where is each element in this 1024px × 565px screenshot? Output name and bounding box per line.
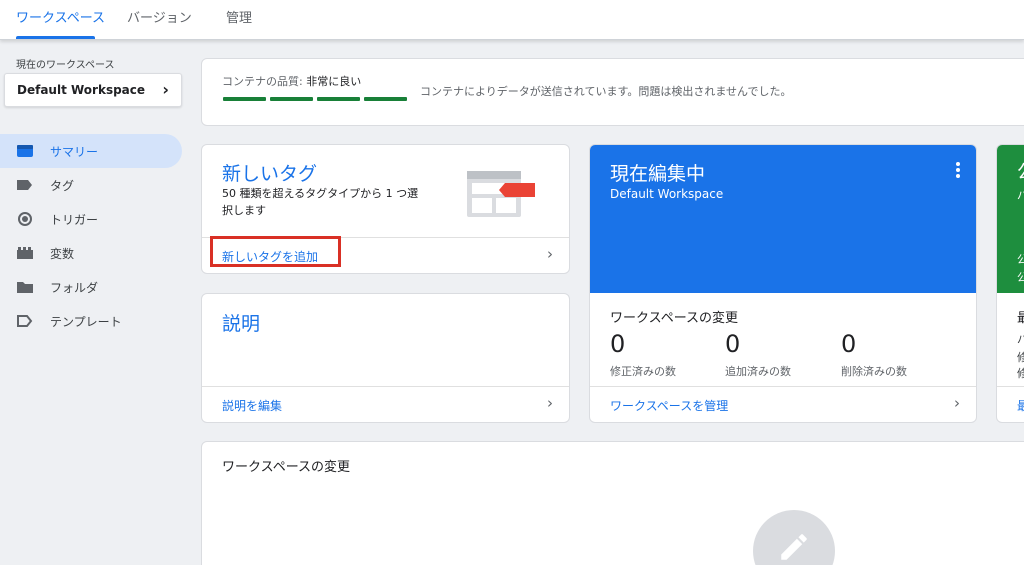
sidebar-item-variables[interactable]: 変数 — [0, 236, 182, 270]
trigger-icon — [18, 212, 32, 226]
new-tag-card: 新しいタグ 50 種類を超えるタグタイプから 1 つ選択します 新しいタグを追加… — [201, 144, 570, 274]
tab-versions[interactable]: バージョン — [127, 0, 192, 40]
tab-workspace[interactable]: ワークスペース — [16, 0, 105, 40]
edit-description-link[interactable]: 説明を編集 — [222, 397, 282, 414]
chevron-right-icon: › — [547, 394, 553, 412]
editing-header: 現在編集中 Default Workspace — [590, 145, 976, 293]
editing-footer[interactable]: ワークスペースを管理 › — [590, 386, 976, 422]
template-icon — [17, 315, 33, 327]
clipped-text: 修 — [1017, 365, 1024, 381]
deleted-count: 0 — [841, 330, 857, 358]
published-header: 公 バ 公 公 — [997, 145, 1024, 293]
tab-admin[interactable]: 管理 — [226, 0, 252, 40]
deleted-label: 削除済みの数 — [841, 365, 907, 378]
description-card: 説明 説明を編集 › — [201, 293, 570, 423]
clipped-text: 最 — [1017, 307, 1024, 326]
published-link-fragment[interactable]: 最 — [1017, 397, 1024, 414]
tag-icon — [17, 180, 32, 190]
empty-state-circle — [753, 510, 835, 565]
published-line-fragment: 公 — [1017, 251, 1024, 267]
sidebar-item-label: フォルダ — [50, 281, 99, 295]
quality-bar-segment — [317, 97, 360, 101]
clipped-text: バ — [1017, 331, 1024, 347]
published-version-card: 公 バ 公 公 最 バ 修 修 最 — [996, 144, 1024, 423]
quality-value: 非常に良い — [306, 75, 362, 88]
sidebar-item-label: テンプレート — [50, 315, 122, 329]
sidebar-item-label: トリガー — [50, 213, 99, 227]
added-label: 追加済みの数 — [725, 365, 791, 378]
workspace-changes-title: ワークスペースの変更 — [610, 311, 739, 326]
sidebar-item-label: 変数 — [50, 247, 75, 261]
new-tag-title[interactable]: 新しいタグ — [222, 159, 317, 186]
new-tag-footer[interactable]: 新しいタグを追加 › — [202, 236, 569, 273]
workspace-caption: 現在のワークスペース — [16, 60, 115, 71]
quality-message: コンテナによりデータが送信されています。問題は検出されませんでした。 — [420, 85, 792, 98]
more-options-icon[interactable] — [956, 162, 960, 180]
top-tab-bar: ワークスペース バージョン 管理 — [0, 0, 1024, 40]
workspace-selector[interactable]: Default Workspace › — [4, 73, 182, 107]
description-title: 説明 — [222, 313, 261, 335]
new-tag-description: 50 種類を超えるタグタイプから 1 つ選択します — [222, 187, 419, 217]
sidebar-item-label: サマリー — [50, 145, 99, 159]
sidebar-item-summary[interactable]: サマリー — [0, 134, 182, 168]
manage-workspaces-link[interactable]: ワークスペースを管理 — [610, 397, 728, 414]
published-title-fragment: 公 — [1017, 157, 1024, 184]
add-new-tag-link[interactable]: 新しいタグを追加 — [222, 248, 318, 265]
chevron-right-icon: › — [162, 80, 169, 99]
quality-caption: コンテナの品質: — [222, 75, 307, 88]
workspace-name: Default Workspace — [17, 83, 146, 97]
chevron-right-icon: › — [547, 245, 553, 263]
chevron-right-icon: › — [954, 394, 960, 412]
workspace-changes-section: ワークスペースの変更 — [201, 441, 1024, 565]
published-sub-fragment: バ — [1017, 187, 1024, 203]
clipped-text: 修 — [1017, 349, 1024, 365]
published-line-fragment: 公 — [1017, 269, 1024, 285]
active-tab-indicator — [16, 36, 95, 39]
added-count: 0 — [725, 330, 741, 358]
description-footer[interactable]: 説明を編集 › — [202, 386, 569, 422]
quality-bar-segment — [270, 97, 313, 101]
modified-count: 0 — [610, 330, 626, 358]
summary-icon — [17, 145, 33, 157]
quality-label: コンテナの品質: 非常に良い — [222, 73, 361, 89]
new-tag-illustration-icon — [467, 171, 535, 217]
editing-workspace-name: Default Workspace — [610, 187, 724, 201]
published-footer[interactable]: 最 — [997, 386, 1024, 422]
currently-editing-card: 現在編集中 Default Workspace ワークスペースの変更 0 0 0… — [589, 144, 977, 423]
sidebar: 現在のワークスペース Default Workspace › サマリー タグ ト… — [0, 40, 190, 565]
quality-bar-segment — [223, 97, 266, 101]
pencil-icon — [781, 534, 807, 560]
container-quality-card: コンテナの品質: 非常に良い コンテナによりデータが送信されています。問題は検出… — [201, 58, 1024, 126]
modified-label: 修正済みの数 — [610, 365, 676, 378]
sidebar-item-templates[interactable]: テンプレート — [0, 304, 182, 338]
sidebar-item-triggers[interactable]: トリガー — [0, 202, 182, 236]
quality-bar-segment — [364, 97, 407, 101]
sidebar-item-folders[interactable]: フォルダ — [0, 270, 182, 304]
variables-icon — [17, 247, 33, 259]
folder-icon — [17, 282, 33, 293]
workspace-changes-heading: ワークスペースの変更 — [222, 460, 351, 475]
editing-title: 現在編集中 — [610, 163, 706, 185]
sidebar-item-label: タグ — [50, 179, 75, 193]
sidebar-item-tags[interactable]: タグ — [0, 168, 182, 202]
